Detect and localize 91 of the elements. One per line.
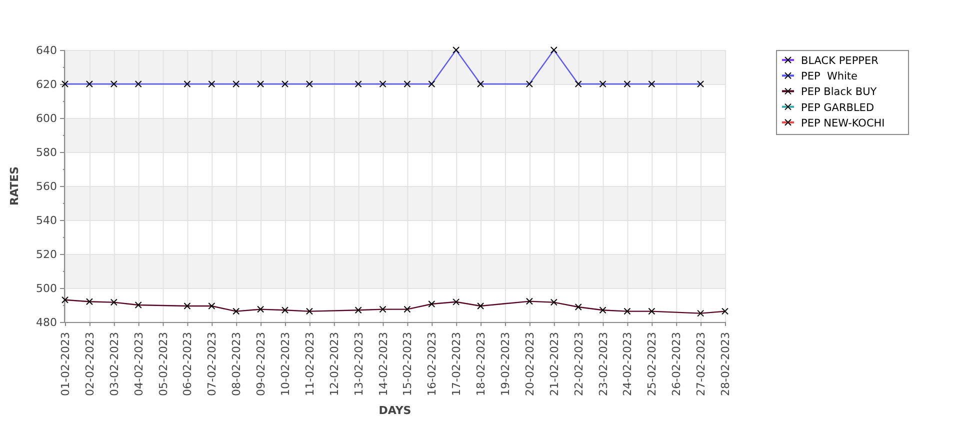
data-point	[697, 310, 704, 317]
y-tick-label: 500	[36, 282, 57, 295]
x-tick-label: 26-02-2023	[670, 332, 684, 396]
x-tick-label: 04-02-2023	[132, 332, 146, 396]
data-point	[452, 298, 460, 306]
data-point	[428, 80, 436, 88]
data-point	[184, 302, 191, 310]
legend-label: BLACK PEPPER	[801, 55, 878, 67]
y-tick-label: 580	[36, 146, 57, 159]
x-tick-label: 03-02-2023	[108, 332, 121, 396]
x-tick-label: 07-02-2023	[206, 332, 219, 396]
x-tick-label: 21-02-2023	[548, 332, 561, 396]
x-tick-label: 06-02-2023	[181, 332, 194, 396]
x-tick-label: 01-02-2023	[59, 332, 72, 396]
data-point	[599, 80, 606, 88]
x-tick-label: 12-02-2023	[328, 332, 341, 396]
data-point	[477, 302, 484, 310]
x-tick-label: 11-02-2023	[303, 332, 316, 396]
data-point	[184, 80, 191, 88]
data-point	[282, 306, 288, 314]
data-point	[428, 300, 436, 308]
x-tick-label: 08-02-2023	[230, 332, 244, 396]
data-point	[379, 80, 386, 88]
data-point	[86, 80, 93, 88]
x-tick-label: 16-02-2023	[426, 332, 439, 396]
data-point	[208, 80, 216, 88]
data-point	[379, 306, 386, 313]
x-tick-label: 02-02-2023	[83, 332, 96, 396]
x-tick-label: 19-02-2023	[499, 332, 512, 396]
x-tick-label: 25-02-2023	[646, 332, 659, 396]
data-point	[354, 306, 362, 314]
data-point	[624, 80, 631, 88]
data-point	[208, 302, 216, 310]
x-tick-label: 09-02-2023	[254, 332, 268, 396]
data-point	[624, 308, 631, 315]
data-point	[526, 298, 533, 305]
legend-label: PEP White	[801, 70, 858, 83]
data-point	[648, 80, 656, 88]
data-point	[722, 308, 728, 315]
data-point	[599, 306, 606, 314]
x-tick-label: 28-02-2023	[719, 332, 732, 396]
legend-label: PEP Black BUY	[801, 86, 877, 98]
y-tick-label: 540	[36, 214, 57, 227]
data-point	[404, 80, 411, 88]
data-point	[526, 80, 533, 88]
data-point	[354, 80, 362, 88]
y-tick-label: 640	[36, 44, 57, 57]
data-point	[86, 298, 93, 306]
x-tick-label: 20-02-2023	[523, 332, 536, 396]
data-point	[62, 296, 68, 304]
legend-label: PEP NEW-KOCHI	[801, 117, 885, 130]
data-point	[306, 308, 313, 315]
data-point	[232, 308, 240, 315]
data-point	[110, 298, 118, 306]
data-point	[697, 80, 704, 88]
data-point	[257, 80, 264, 88]
data-point	[452, 46, 460, 54]
x-tick-label: 14-02-2023	[376, 332, 390, 396]
data-point	[134, 302, 142, 308]
x-tick-label: 15-02-2023	[401, 332, 414, 396]
x-tick-label: 24-02-2023	[621, 332, 634, 396]
y-tick-label: 520	[36, 248, 57, 261]
y-tick-label: 620	[36, 78, 57, 91]
y-tick-label: 600	[36, 112, 57, 125]
data-point	[477, 80, 484, 88]
y-tick-label: 560	[36, 180, 57, 193]
x-tick-label: 13-02-2023	[352, 332, 366, 396]
legend-label: PEP GARBLED	[801, 102, 874, 114]
data-point	[62, 80, 68, 88]
data-point	[110, 80, 118, 88]
x-tick-label: 05-02-2023	[156, 332, 170, 396]
data-point	[134, 80, 142, 88]
data-point	[648, 308, 656, 315]
y-axis-title: RATES	[8, 166, 21, 206]
y-tick-label: 480	[36, 316, 57, 329]
data-point	[574, 80, 582, 88]
data-point	[232, 80, 240, 88]
x-axis-title: DAYS	[378, 404, 412, 417]
x-tick-label: 22-02-2023	[572, 332, 586, 396]
data-point	[282, 80, 288, 88]
data-point	[306, 80, 313, 88]
x-tick-label: 17-02-2023	[450, 332, 464, 396]
x-tick-label: 10-02-2023	[279, 332, 292, 396]
data-point	[257, 306, 264, 313]
data-point	[550, 46, 558, 54]
data-point	[404, 306, 411, 313]
data-point	[550, 298, 558, 306]
x-tick-label: 27-02-2023	[694, 332, 708, 396]
x-tick-label: 18-02-2023	[474, 332, 488, 396]
x-tick-label: 23-02-2023	[596, 332, 610, 396]
data-point	[574, 304, 582, 311]
